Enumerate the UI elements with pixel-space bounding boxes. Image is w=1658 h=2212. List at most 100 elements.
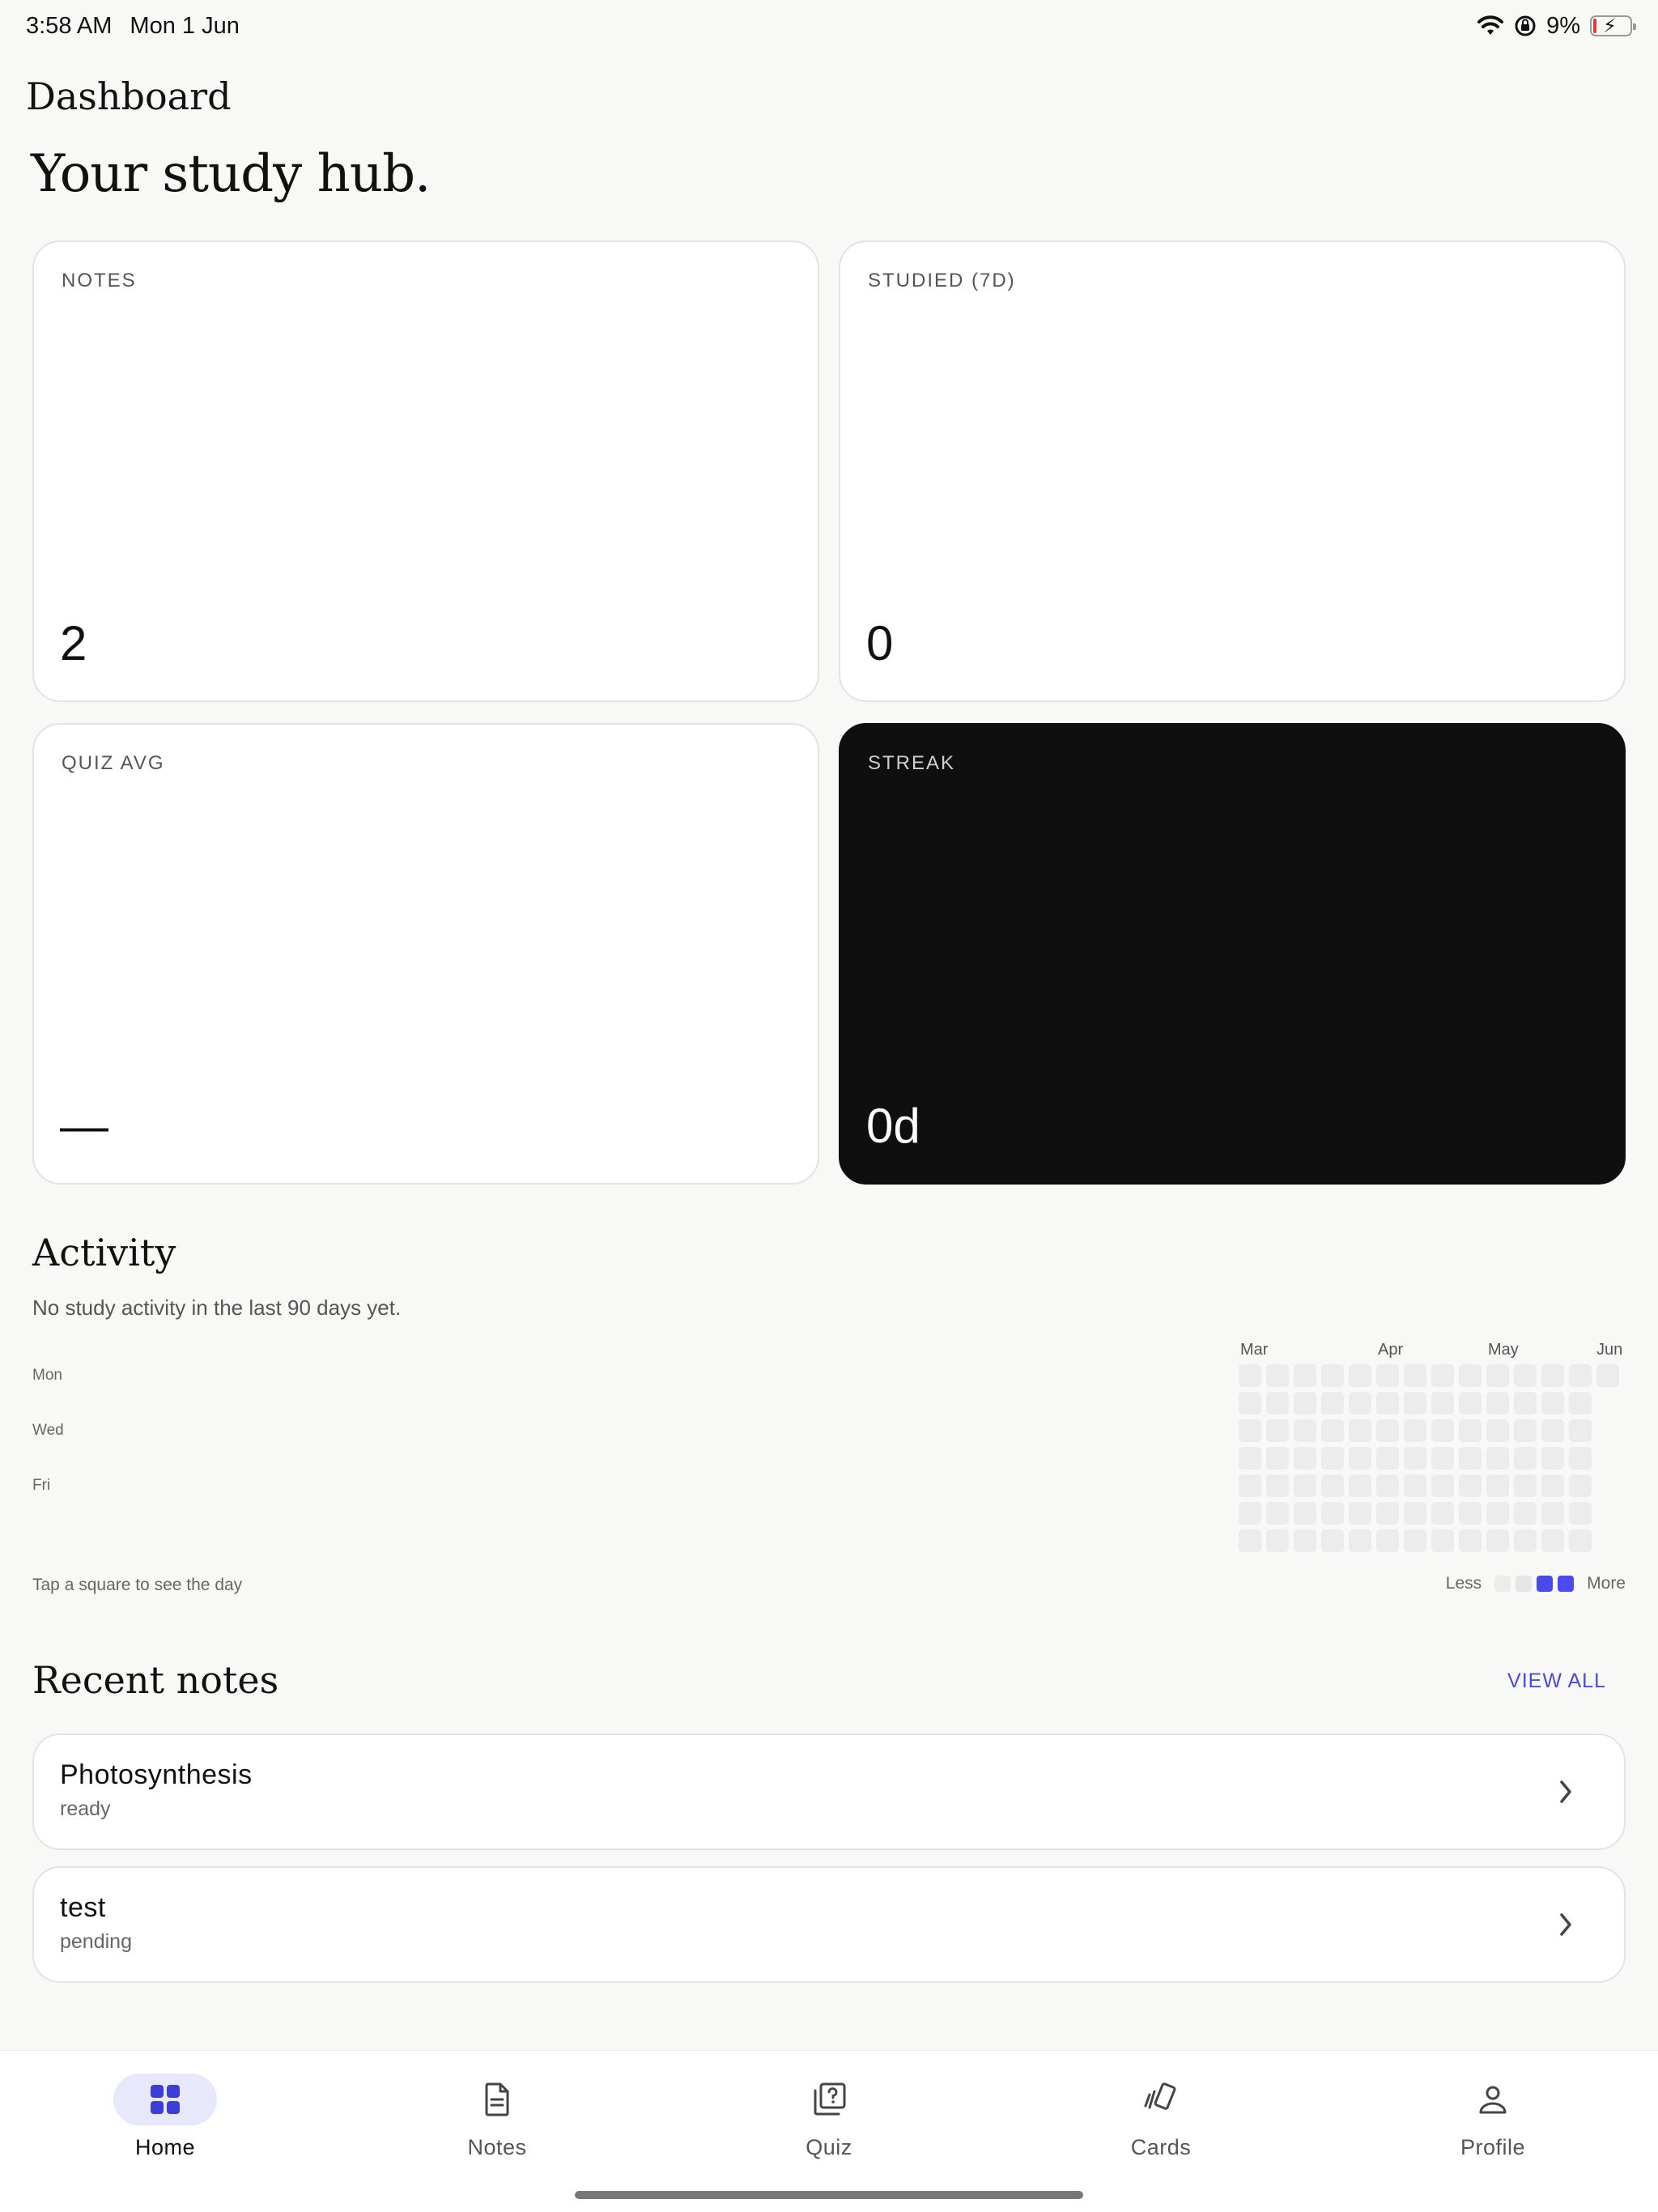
heatmap-cell[interactable]	[1569, 1364, 1592, 1387]
heatmap-cell[interactable]	[1266, 1419, 1289, 1442]
heatmap-cell[interactable]	[1321, 1447, 1344, 1470]
heatmap-cell[interactable]	[1376, 1447, 1399, 1470]
heatmap-cell[interactable]	[1349, 1392, 1371, 1414]
tab-profile[interactable]: Profile	[1388, 2074, 1598, 2179]
heatmap-cell[interactable]	[1349, 1474, 1371, 1497]
heatmap-cell[interactable]	[1404, 1502, 1426, 1525]
heatmap-cell[interactable]	[1514, 1529, 1537, 1552]
heatmap-cell[interactable]	[1376, 1419, 1399, 1442]
heatmap-cell[interactable]	[1239, 1447, 1261, 1470]
heatmap-cell[interactable]	[1486, 1392, 1509, 1414]
heatmap-cell[interactable]	[1294, 1364, 1316, 1387]
heatmap-cell[interactable]	[1431, 1474, 1454, 1497]
heatmap-cell[interactable]	[1459, 1474, 1482, 1497]
heatmap-cell[interactable]	[1486, 1474, 1509, 1497]
heatmap-cell[interactable]	[1376, 1364, 1399, 1387]
heatmap-cell[interactable]	[1569, 1502, 1592, 1525]
heatmap-cell[interactable]	[1431, 1419, 1454, 1442]
heatmap-cell[interactable]	[1541, 1474, 1564, 1497]
heatmap-cell[interactable]	[1376, 1392, 1399, 1414]
heatmap-cell[interactable]	[1404, 1419, 1426, 1442]
heatmap-cell[interactable]	[1294, 1447, 1316, 1470]
heatmap-cell[interactable]	[1266, 1502, 1289, 1525]
heatmap-cell[interactable]	[1459, 1419, 1482, 1442]
heatmap-cell[interactable]	[1431, 1529, 1454, 1552]
heatmap-cell[interactable]	[1294, 1474, 1316, 1497]
heatmap-cell[interactable]	[1404, 1529, 1426, 1552]
heatmap-cell[interactable]	[1349, 1419, 1371, 1442]
heatmap-cell[interactable]	[1321, 1529, 1344, 1552]
view-all-link[interactable]: VIEW ALL	[1507, 1670, 1606, 1693]
heatmap-cell[interactable]	[1569, 1419, 1592, 1442]
heatmap-cell[interactable]	[1266, 1392, 1289, 1414]
heatmap-cell[interactable]	[1404, 1364, 1426, 1387]
heatmap-cell[interactable]	[1266, 1529, 1289, 1552]
heatmap-cell[interactable]	[1486, 1364, 1509, 1387]
tab-quiz[interactable]: Quiz	[724, 2074, 934, 2179]
heatmap-cell[interactable]	[1431, 1392, 1454, 1414]
heatmap-cell[interactable]	[1541, 1364, 1564, 1387]
heatmap-cell[interactable]	[1239, 1419, 1261, 1442]
heatmap-cell[interactable]	[1294, 1502, 1316, 1525]
heatmap-cell[interactable]	[1596, 1364, 1619, 1387]
heatmap-cell[interactable]	[1459, 1529, 1482, 1552]
heatmap-cell[interactable]	[1321, 1474, 1344, 1497]
heatmap-cell[interactable]	[1541, 1392, 1564, 1414]
heatmap-cell[interactable]	[1266, 1447, 1289, 1470]
heatmap-cell[interactable]	[1514, 1474, 1537, 1497]
heatmap-cell[interactable]	[1486, 1502, 1509, 1525]
quiz-avg-stat-card[interactable]: QUIZ AVG —	[32, 723, 819, 1185]
studied-stat-card[interactable]: STUDIED (7D) 0	[839, 240, 1626, 702]
heatmap-cell[interactable]	[1349, 1529, 1371, 1552]
heatmap-cell[interactable]	[1541, 1502, 1564, 1525]
heatmap-cell[interactable]	[1404, 1447, 1426, 1470]
heatmap-cell[interactable]	[1294, 1529, 1316, 1552]
heatmap-cell[interactable]	[1541, 1447, 1564, 1470]
heatmap-cell[interactable]	[1239, 1474, 1261, 1497]
heatmap-cell[interactable]	[1459, 1447, 1482, 1470]
heatmap-cell[interactable]	[1294, 1419, 1316, 1442]
heatmap-cell[interactable]	[1376, 1529, 1399, 1552]
heatmap-cell[interactable]	[1376, 1474, 1399, 1497]
heatmap-cell[interactable]	[1321, 1392, 1344, 1414]
tab-notes[interactable]: Notes	[392, 2074, 602, 2179]
heatmap-cell[interactable]	[1514, 1502, 1537, 1525]
heatmap-cell[interactable]	[1459, 1502, 1482, 1525]
heatmap-cell[interactable]	[1239, 1502, 1261, 1525]
heatmap-cell[interactable]	[1459, 1392, 1482, 1414]
heatmap-cell[interactable]	[1541, 1529, 1564, 1552]
heatmap-cell[interactable]	[1321, 1502, 1344, 1525]
heatmap-cell[interactable]	[1514, 1392, 1537, 1414]
heatmap-cell[interactable]	[1569, 1529, 1592, 1552]
heatmap-cell[interactable]	[1514, 1447, 1537, 1470]
heatmap-cell[interactable]	[1266, 1474, 1289, 1497]
heatmap-cell[interactable]	[1239, 1364, 1261, 1387]
heatmap-cell[interactable]	[1541, 1419, 1564, 1442]
heatmap-cell[interactable]	[1349, 1447, 1371, 1470]
heatmap-cell[interactable]	[1569, 1474, 1592, 1497]
heatmap-cell[interactable]	[1486, 1419, 1509, 1442]
heatmap-cell[interactable]	[1349, 1364, 1371, 1387]
heatmap-cell[interactable]	[1431, 1502, 1454, 1525]
heatmap-cell[interactable]	[1321, 1419, 1344, 1442]
heatmap-cell[interactable]	[1514, 1419, 1537, 1442]
heatmap-cell[interactable]	[1404, 1392, 1426, 1414]
heatmap-cell[interactable]	[1569, 1392, 1592, 1414]
heatmap-cell[interactable]	[1514, 1364, 1537, 1387]
notes-stat-card[interactable]: NOTES 2	[32, 240, 819, 702]
heatmap-cell[interactable]	[1569, 1447, 1592, 1470]
heatmap-cell[interactable]	[1376, 1502, 1399, 1525]
heatmap-cell[interactable]	[1486, 1529, 1509, 1552]
tab-home[interactable]: Home	[60, 2074, 270, 2179]
tab-cards[interactable]: Cards	[1056, 2074, 1266, 2179]
note-list-item[interactable]: Photosynthesis ready	[32, 1733, 1626, 1850]
heatmap-cell[interactable]	[1321, 1364, 1344, 1387]
heatmap-cell[interactable]	[1239, 1392, 1261, 1414]
streak-stat-card[interactable]: STREAK 0d	[839, 723, 1626, 1185]
heatmap-cell[interactable]	[1459, 1364, 1482, 1387]
heatmap-cell[interactable]	[1266, 1364, 1289, 1387]
heatmap-cell[interactable]	[1431, 1364, 1454, 1387]
heatmap-cell[interactable]	[1294, 1392, 1316, 1414]
note-list-item[interactable]: test pending	[32, 1866, 1626, 1983]
heatmap-cell[interactable]	[1431, 1447, 1454, 1470]
